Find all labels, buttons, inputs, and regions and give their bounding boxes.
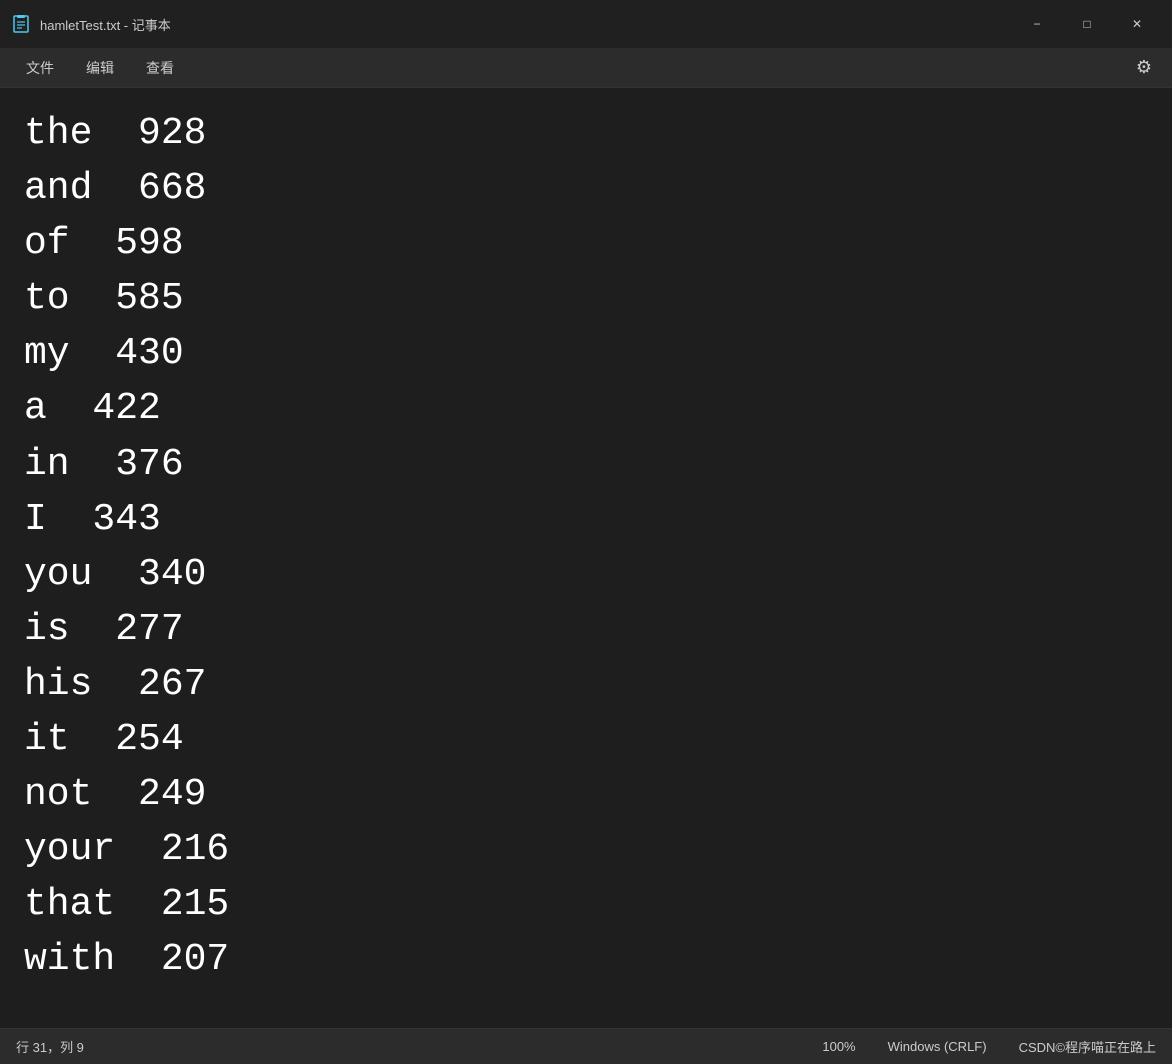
list-item: that 215	[24, 877, 1148, 932]
list-item: your 216	[24, 822, 1148, 877]
list-item: my 430	[24, 326, 1148, 381]
list-item: in 376	[24, 437, 1148, 492]
settings-icon[interactable]: ⚙	[1128, 52, 1160, 84]
titlebar-controls: − □ ✕	[1014, 8, 1160, 40]
encoding: CSDN©程序喵正在路上	[1019, 1037, 1156, 1056]
list-item: not 249	[24, 767, 1148, 822]
titlebar-title: hamletTest.txt - 记事本	[40, 15, 171, 34]
menu-file[interactable]: 文件	[12, 52, 68, 84]
line-ending: Windows (CRLF)	[888, 1039, 987, 1054]
menubar-items: 文件 编辑 查看	[12, 52, 188, 84]
close-button[interactable]: ✕	[1114, 8, 1160, 40]
menubar: 文件 编辑 查看 ⚙	[0, 48, 1172, 88]
list-item: of 598	[24, 216, 1148, 271]
list-item: you 340	[24, 547, 1148, 602]
titlebar-left: hamletTest.txt - 记事本	[12, 15, 171, 34]
word-count-list: the 928and 668of 598to 585my 430a 422in …	[24, 106, 1148, 988]
list-item: and 668	[24, 161, 1148, 216]
menu-edit[interactable]: 编辑	[72, 52, 128, 84]
list-item: to 585	[24, 271, 1148, 326]
minimize-button[interactable]: −	[1014, 8, 1060, 40]
list-item: I 343	[24, 492, 1148, 547]
content-area: the 928and 668of 598to 585my 430a 422in …	[0, 88, 1172, 1028]
statusbar-right: 100% Windows (CRLF) CSDN©程序喵正在路上	[822, 1037, 1156, 1056]
titlebar: hamletTest.txt - 记事本 − □ ✕	[0, 0, 1172, 48]
zoom-level: 100%	[822, 1039, 855, 1054]
list-item: his 267	[24, 657, 1148, 712]
cursor-position: 行 31，列 9	[16, 1037, 84, 1056]
statusbar: 行 31，列 9 100% Windows (CRLF) CSDN©程序喵正在路…	[0, 1028, 1172, 1064]
menu-view[interactable]: 查看	[132, 52, 188, 84]
list-item: with 207	[24, 932, 1148, 987]
list-item: is 277	[24, 602, 1148, 657]
statusbar-position: 行 31，列 9	[16, 1037, 84, 1056]
maximize-button[interactable]: □	[1064, 8, 1110, 40]
notepad-icon	[12, 15, 30, 33]
list-item: the 928	[24, 106, 1148, 161]
list-item: a 422	[24, 381, 1148, 436]
list-item: it 254	[24, 712, 1148, 767]
